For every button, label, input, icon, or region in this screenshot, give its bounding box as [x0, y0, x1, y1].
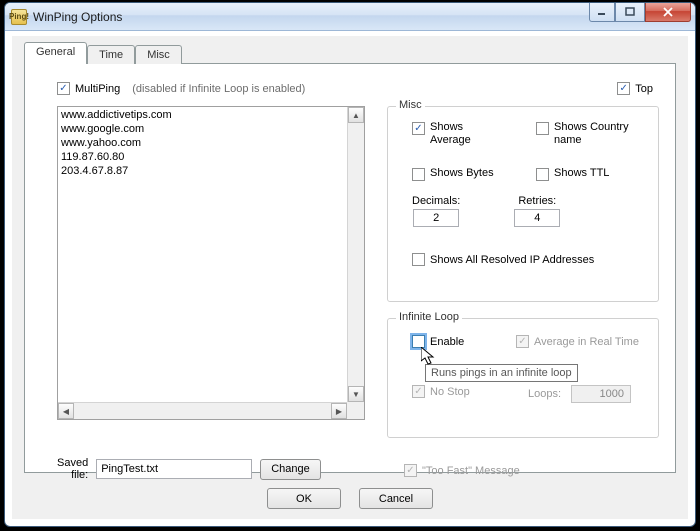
scrollbar-corner — [347, 402, 364, 419]
change-button[interactable]: Change — [260, 459, 321, 480]
shows-bytes-checkbox[interactable] — [412, 168, 425, 181]
shows-all-ip-label: Shows All Resolved IP Addresses — [430, 254, 594, 266]
hosts-textarea[interactable]: www.addictivetips.com www.google.com www… — [57, 106, 365, 420]
scrollbar-vertical[interactable]: ▲ ▼ — [347, 107, 364, 402]
enable-tooltip: Runs pings in an infinite loop — [425, 364, 578, 382]
shows-ttl-label: Shows TTL — [554, 167, 609, 179]
top-row: Top — [617, 82, 653, 95]
shows-average-checkbox[interactable] — [412, 122, 425, 135]
client-area: General Time Misc MultiPing (disabled if… — [12, 36, 688, 519]
app-icon: Ping! — [11, 9, 27, 25]
avg-realtime-checkbox — [516, 335, 529, 348]
window-title: WinPing Options — [33, 10, 122, 24]
no-stop-checkbox — [412, 385, 425, 398]
too-fast-checkbox — [404, 464, 417, 477]
scroll-down-icon[interactable]: ▼ — [348, 386, 364, 402]
saved-file-input[interactable] — [96, 459, 252, 479]
shows-bytes-label: Shows Bytes — [430, 167, 494, 179]
scrollbar-horizontal[interactable]: ◀ ▶ — [58, 402, 347, 419]
saved-file-row: Saved file: Change — [57, 457, 321, 481]
shows-average-label: Shows Average — [430, 121, 471, 147]
multiping-row: MultiPing (disabled if Infinite Loop is … — [57, 82, 305, 95]
multiping-checkbox[interactable] — [57, 82, 70, 95]
avg-realtime-label: Average in Real Time — [534, 336, 639, 348]
no-stop-label: No Stop — [430, 386, 470, 398]
retries-label: Retries: — [514, 195, 560, 207]
shows-ttl-checkbox[interactable] — [536, 168, 549, 181]
top-checkbox[interactable] — [617, 82, 630, 95]
tab-time[interactable]: Time — [87, 45, 135, 64]
close-button[interactable] — [645, 3, 691, 22]
misc-legend: Misc — [396, 99, 425, 111]
loops-label: Loops: — [528, 388, 561, 400]
decimals-label: Decimals: — [412, 195, 460, 207]
ok-button[interactable]: OK — [267, 488, 341, 509]
multiping-note: (disabled if Infinite Loop is enabled) — [132, 83, 305, 95]
infinite-loop-legend: Infinite Loop — [396, 311, 462, 323]
too-fast-label: "Too Fast" Message — [422, 465, 520, 477]
dialog-buttons: OK Cancel — [12, 488, 688, 509]
minimize-button[interactable] — [589, 3, 615, 22]
tab-general[interactable]: General — [24, 42, 87, 64]
shows-country-label: Shows Country name — [554, 121, 629, 147]
tab-misc[interactable]: Misc — [135, 45, 182, 64]
scroll-left-icon[interactable]: ◀ — [58, 403, 74, 419]
too-fast-row: "Too Fast" Message — [404, 464, 520, 477]
window-frame: Ping! WinPing Options General Time Misc … — [4, 2, 696, 527]
tab-strip: General Time Misc — [24, 44, 182, 64]
shows-country-checkbox[interactable] — [536, 122, 549, 135]
saved-file-label: Saved file: — [57, 457, 88, 481]
top-label: Top — [635, 83, 653, 95]
shows-all-ip-checkbox[interactable] — [412, 253, 425, 266]
hosts-text: www.addictivetips.com www.google.com www… — [61, 108, 347, 402]
titlebar[interactable]: Ping! WinPing Options — [5, 3, 695, 31]
enable-checkbox[interactable] — [412, 335, 425, 348]
scroll-up-icon[interactable]: ▲ — [348, 107, 364, 123]
cancel-button[interactable]: Cancel — [359, 488, 433, 509]
multiping-label: MultiPing — [75, 83, 120, 95]
loops-input — [571, 385, 631, 403]
decimals-input[interactable] — [413, 209, 459, 227]
misc-fieldset: Misc Shows Average Shows Country name Sh… — [387, 106, 659, 302]
enable-label: Enable — [430, 336, 464, 348]
tab-panel-general: MultiPing (disabled if Infinite Loop is … — [24, 63, 676, 473]
retries-input[interactable] — [514, 209, 560, 227]
maximize-button[interactable] — [615, 3, 645, 22]
scroll-right-icon[interactable]: ▶ — [331, 403, 347, 419]
